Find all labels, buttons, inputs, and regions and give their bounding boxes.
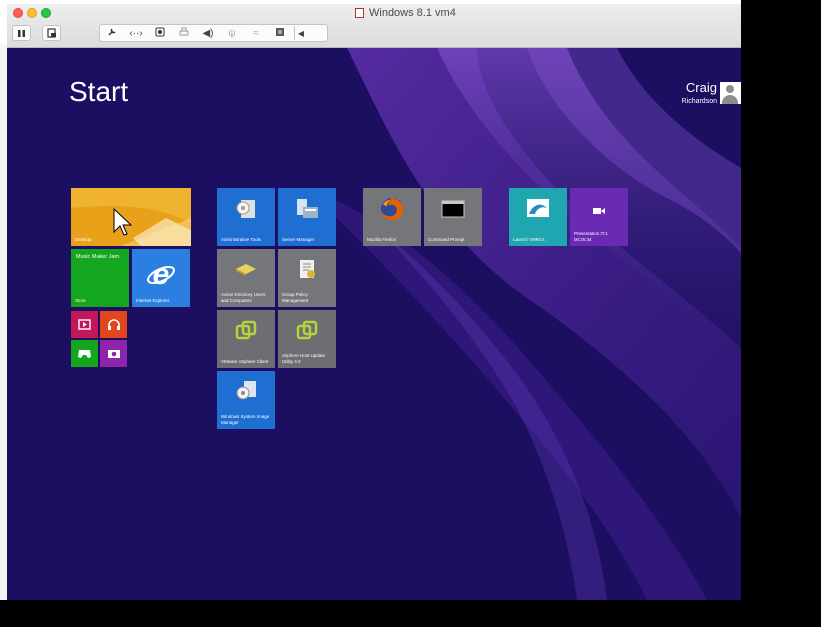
tile-camera[interactable] xyxy=(100,340,127,367)
snapshot-icon xyxy=(46,28,56,38)
printer-icon[interactable] xyxy=(172,27,196,40)
presentation-icon xyxy=(593,208,605,214)
avatar-shoulders xyxy=(722,95,738,104)
tile-ad-label: Active Directory Users and Computers xyxy=(221,292,266,303)
admin-tools-icon xyxy=(236,200,255,218)
window-titlebar: Windows 8.1 vm4 ‹··› ◀) ψ ≈ ◀ xyxy=(7,4,741,48)
tile-desktop-label: Desktop xyxy=(75,236,92,242)
hard-disk-icon[interactable] xyxy=(148,27,172,40)
user-last-name[interactable]: Richardson xyxy=(627,98,717,105)
tile-group-policy-label: Group Policy Management xyxy=(282,292,309,303)
active-directory-icon xyxy=(236,264,256,276)
chevron-left-icon[interactable]: ◀ xyxy=(295,29,307,38)
window-title: Windows 8.1 vm4 xyxy=(369,7,456,19)
tile-system-image-manager[interactable]: Windows System Image Manager xyxy=(217,371,275,429)
vmrc-icon xyxy=(527,199,549,217)
serial-icon[interactable]: ≈ xyxy=(244,28,268,39)
tile-cmd-label: Command Prompt xyxy=(428,236,465,242)
server-manager-icon xyxy=(297,199,318,218)
vm-window: Windows 8.1 vm4 ‹··› ◀) ψ ≈ ◀ Start Crai… xyxy=(7,4,741,600)
tile-video[interactable] xyxy=(71,311,98,338)
tile-administrative-tools[interactable]: Administrative Tools xyxy=(217,188,275,246)
avatar-head xyxy=(726,85,734,93)
firefox-icon xyxy=(381,198,404,220)
black-border-bottom xyxy=(0,598,821,627)
video-icon xyxy=(78,319,91,330)
command-prompt-icon xyxy=(441,200,465,218)
tile-games[interactable] xyxy=(71,340,98,367)
tile-system-image-label: Windows System Image Manager xyxy=(221,414,270,425)
tile-firefox-label: Mozilla Firefox xyxy=(367,236,397,242)
tile-group-policy[interactable]: Group Policy Management xyxy=(278,249,336,307)
tile-vmrc-label: Launch VMRCs xyxy=(513,236,545,242)
tile-internet-explorer[interactable]: e Internet Explorer xyxy=(132,249,190,307)
windows-start-screen: Start Craig Richardson Desktop Music Mak… xyxy=(7,48,741,600)
minimize-window-button[interactable] xyxy=(27,8,37,18)
tile-server-manager-label: Server Manager xyxy=(282,236,315,242)
tile-desktop[interactable]: Desktop xyxy=(71,188,191,246)
tile-admin-tools-label: Administrative Tools xyxy=(221,236,261,242)
sync-icon[interactable] xyxy=(268,27,292,40)
tile-firefox[interactable]: Mozilla Firefox xyxy=(363,188,421,246)
tile-vsphere-update-label: vSphere Host Update Utility 4.0 xyxy=(282,353,326,364)
tile-music-label: Music Maker Jam xyxy=(76,254,120,260)
tile-store[interactable]: Music Maker Jam Store xyxy=(71,249,129,307)
camera-icon xyxy=(108,350,120,358)
tile-vsphere-update[interactable]: vSphere Host Update Utility 4.0 xyxy=(278,310,336,368)
user-first-name[interactable]: Craig xyxy=(627,80,717,95)
speaker-icon[interactable]: ◀) xyxy=(196,28,220,39)
pause-icon xyxy=(18,29,25,37)
network-icon[interactable]: ‹··› xyxy=(124,28,148,39)
user-avatar[interactable] xyxy=(720,82,741,104)
group-policy-icon xyxy=(300,260,315,278)
tile-active-directory[interactable]: Active Directory Users and Computers xyxy=(217,249,275,307)
tile-vsphere-client[interactable]: VMware vSphere Client xyxy=(217,310,275,368)
system-image-icon xyxy=(236,381,256,400)
tile-presentation[interactable]: Presentation IT.1 00:25:34 xyxy=(570,188,628,246)
vmware-update-icon xyxy=(296,320,318,340)
vmware-icon xyxy=(235,320,257,340)
black-border-right xyxy=(741,0,821,600)
start-title: Start xyxy=(69,76,129,107)
vm-title-icon xyxy=(355,8,364,18)
zoom-window-button[interactable] xyxy=(41,8,51,18)
tile-command-prompt[interactable]: Command Prompt xyxy=(424,188,482,246)
game-controller-icon xyxy=(78,350,91,358)
usb-icon[interactable]: ψ xyxy=(220,28,244,39)
wrench-icon[interactable] xyxy=(100,27,124,40)
tile-launch-vmrc[interactable]: Launch VMRCs xyxy=(509,188,567,246)
close-window-button[interactable] xyxy=(13,8,23,18)
mouse-cursor-icon xyxy=(113,208,133,236)
tile-store-label: Store xyxy=(75,297,86,303)
internet-explorer-icon: e xyxy=(147,259,175,289)
tile-presentation-label: Presentation IT.1 00:25:34 xyxy=(574,231,608,242)
tile-server-manager[interactable]: Server Manager xyxy=(278,188,336,246)
svg-text:e: e xyxy=(153,259,170,289)
pause-button[interactable] xyxy=(12,25,31,41)
tile-music[interactable] xyxy=(100,311,127,338)
vm-device-toolbar: ‹··› ◀) ψ ≈ ◀ xyxy=(99,24,328,42)
tile-vsphere-client-label: VMware vSphere Client xyxy=(221,358,269,364)
tile-ie-label: Internet Explorer xyxy=(136,297,170,303)
snapshot-button[interactable] xyxy=(42,25,61,41)
headphones-icon xyxy=(108,319,120,330)
